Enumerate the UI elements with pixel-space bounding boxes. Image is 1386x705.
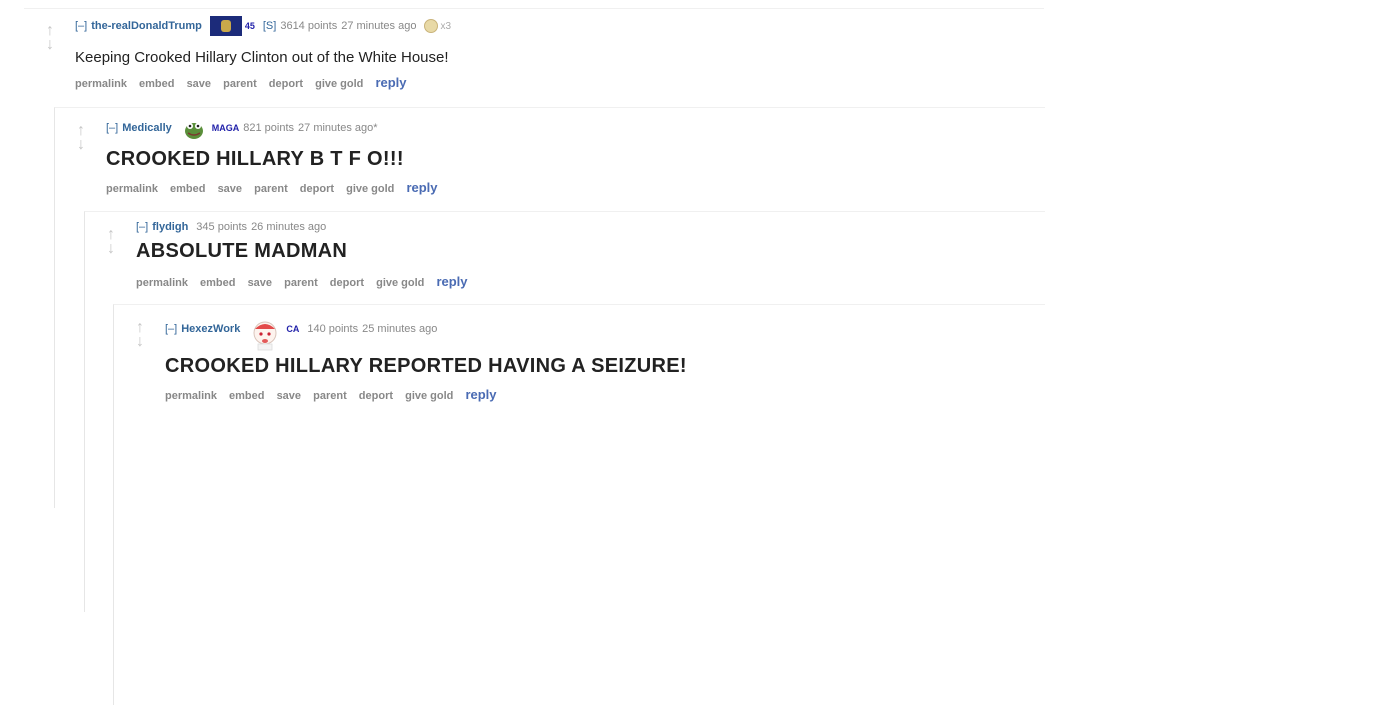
comment-buttons: permalink embed save parent deport give … xyxy=(165,387,506,402)
permalink-button[interactable]: permalink xyxy=(106,183,158,195)
embed-button[interactable]: embed xyxy=(139,78,174,90)
comment-body: CROOKED HILLARY B T F O!!! xyxy=(106,148,404,170)
comment-score: 3614 points xyxy=(280,20,338,32)
comment-score: 345 points xyxy=(196,221,248,233)
reply-button[interactable]: reply xyxy=(406,180,437,195)
comment-HexezWork: ↑ ↓ [–] HexezWork CA 140 points 25 minut… xyxy=(113,304,1045,705)
downvote-arrow-icon[interactable]: ↓ xyxy=(101,241,121,257)
comment-body: ABSOLUTE MADMAN xyxy=(136,240,348,262)
frog-flair-icon xyxy=(184,123,203,139)
collapse-toggle[interactable]: [–] xyxy=(165,323,177,335)
vote-arrows: ↑ ↓ xyxy=(40,23,60,53)
thread-top-border xyxy=(24,8,1044,9)
comment-tagline: [–] HexezWork CA 140 points 25 minutes a… xyxy=(165,313,438,351)
reply-button[interactable]: reply xyxy=(375,75,406,90)
permalink-button[interactable]: permalink xyxy=(136,277,188,289)
give-gold-button[interactable]: give gold xyxy=(376,277,424,289)
deport-button[interactable]: deport xyxy=(359,390,393,402)
vote-arrows: ↑ ↓ xyxy=(130,320,150,350)
new-york-flag-flair-icon xyxy=(209,16,242,36)
embed-button[interactable]: embed xyxy=(200,277,235,289)
downvote-arrow-icon[interactable]: ↓ xyxy=(40,37,60,53)
gold-award-icon xyxy=(424,19,439,33)
permalink-button[interactable]: permalink xyxy=(165,390,217,402)
author-link[interactable]: Medically xyxy=(122,122,172,134)
comment-body: Keeping Crooked Hillary Clinton out of t… xyxy=(75,49,449,66)
parent-button[interactable]: parent xyxy=(284,277,318,289)
anime-character-flair-icon xyxy=(253,321,277,351)
collapse-toggle[interactable]: [–] xyxy=(136,221,148,233)
comment-tagline: [–] flydigh 345 points 26 minutes ago xyxy=(136,221,326,233)
author-link[interactable]: HexezWork xyxy=(181,323,240,335)
collapse-toggle[interactable]: [–] xyxy=(75,20,87,32)
save-button[interactable]: save xyxy=(187,78,211,90)
reply-button[interactable]: reply xyxy=(465,387,496,402)
save-button[interactable]: save xyxy=(277,390,301,402)
comment-body: CROOKED HILLARY REPORTED HAVING A SEIZUR… xyxy=(165,355,687,377)
user-flair: MAGA xyxy=(211,123,240,133)
comment-time: 27 minutes ago xyxy=(341,20,417,32)
comment-buttons: permalink embed save parent deport give … xyxy=(75,75,416,90)
author-link[interactable]: flydigh xyxy=(152,221,188,233)
give-gold-button[interactable]: give gold xyxy=(346,183,394,195)
collapse-toggle[interactable]: [–] xyxy=(106,122,118,134)
parent-button[interactable]: parent xyxy=(313,390,347,402)
comment-score: 140 points xyxy=(307,323,359,335)
give-gold-button[interactable]: give gold xyxy=(315,78,363,90)
comment-buttons: permalink embed save parent deport give … xyxy=(106,180,447,195)
permalink-button[interactable]: permalink xyxy=(75,78,127,90)
give-gold-button[interactable]: give gold xyxy=(405,390,453,402)
save-button[interactable]: save xyxy=(248,277,272,289)
gold-count: x3 xyxy=(440,20,451,32)
comment-time: 27 minutes ago* xyxy=(298,122,378,134)
comment-buttons: permalink embed save parent deport give … xyxy=(136,274,477,289)
comment-tagline: [–] Medically MAGA 821 points 27 minutes… xyxy=(106,116,378,140)
comment-time: 25 minutes ago xyxy=(362,323,438,335)
user-flair: CA xyxy=(286,324,300,334)
deport-button[interactable]: deport xyxy=(330,277,364,289)
vote-arrows: ↑ ↓ xyxy=(101,227,121,257)
comment-tagline: [–] the-realDonaldTrump 45 [S] 3614 poin… xyxy=(75,16,451,36)
user-flair: 45 xyxy=(244,21,255,31)
parent-button[interactable]: parent xyxy=(254,183,288,195)
save-button[interactable]: save xyxy=(218,183,242,195)
deport-button[interactable]: deport xyxy=(300,183,334,195)
downvote-arrow-icon[interactable]: ↓ xyxy=(130,334,150,350)
deport-button[interactable]: deport xyxy=(269,78,303,90)
author-link[interactable]: the-realDonaldTrump xyxy=(91,20,202,32)
comment-time: 26 minutes ago xyxy=(251,221,327,233)
stickied-marker: [S] xyxy=(262,20,277,32)
downvote-arrow-icon[interactable]: ↓ xyxy=(71,137,91,153)
vote-arrows: ↑ ↓ xyxy=(71,123,91,153)
embed-button[interactable]: embed xyxy=(170,183,205,195)
comment-score: 821 points xyxy=(243,122,295,134)
parent-button[interactable]: parent xyxy=(223,78,257,90)
reply-button[interactable]: reply xyxy=(436,274,467,289)
embed-button[interactable]: embed xyxy=(229,390,264,402)
